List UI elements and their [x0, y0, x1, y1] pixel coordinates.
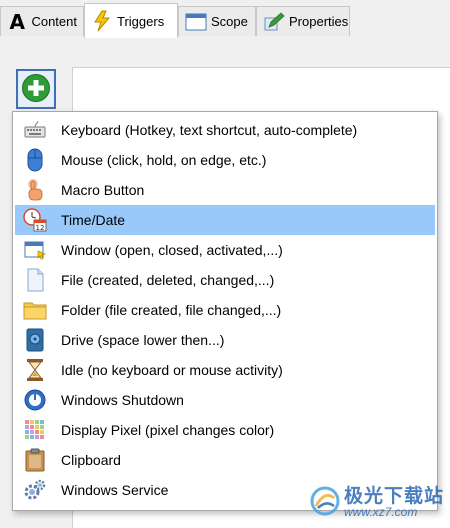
menu-item-label: Time/Date	[61, 212, 126, 228]
watermark-title: 极光下载站	[343, 486, 444, 507]
menu-item-label: Keyboard (Hotkey, text shortcut, auto-co…	[61, 122, 358, 138]
mouse-icon	[23, 148, 47, 172]
menu-item-keyboard[interactable]: Keyboard (Hotkey, text shortcut, auto-co…	[15, 115, 435, 145]
drive-icon	[23, 328, 47, 352]
file-icon	[23, 268, 47, 292]
menu-item-mouse[interactable]: Mouse (click, hold, on edge, etc.)	[15, 145, 435, 175]
window-icon	[23, 238, 47, 262]
trigger-type-menu: Keyboard (Hotkey, text shortcut, auto-co…	[12, 111, 438, 511]
tab-scope[interactable]: Scope	[178, 6, 256, 36]
tab-content[interactable]: A Content	[0, 6, 84, 36]
tab-label: Properties	[289, 14, 349, 29]
menu-item-label: Mouse (click, hold, on edge, etc.)	[61, 152, 267, 168]
gears-icon	[23, 478, 47, 502]
menu-item-idle[interactable]: Idle (no keyboard or mouse activity)	[15, 355, 435, 385]
watermark: 极光下载站 www.xz7.com	[310, 486, 444, 519]
menu-item-folder[interactable]: Folder (file created, file changed,...)	[15, 295, 435, 325]
menu-item-label: Clipboard	[61, 452, 121, 468]
menu-item-label: Windows Service	[61, 482, 169, 498]
menu-item-clipboard[interactable]: Clipboard	[15, 445, 435, 475]
calendar-day-text: 12	[36, 224, 45, 232]
menu-item-display-pixel[interactable]: Display Pixel (pixel changes color)	[15, 415, 435, 445]
menu-item-windows-shutdown[interactable]: Windows Shutdown	[15, 385, 435, 415]
tab-triggers[interactable]: Triggers	[84, 3, 178, 38]
add-trigger-button[interactable]	[16, 69, 56, 109]
pixel-grid-icon	[23, 418, 47, 442]
hand-pointer-icon	[23, 178, 47, 202]
tab-label: Scope	[211, 14, 248, 29]
hourglass-icon	[23, 358, 47, 382]
tab-label: Triggers	[117, 13, 165, 29]
edit-pencil-icon	[263, 11, 285, 33]
menu-item-label: Folder (file created, file changed,...)	[61, 302, 282, 318]
menu-item-label: Display Pixel (pixel changes color)	[61, 422, 275, 438]
menu-item-label: Drive (space lower then...)	[61, 332, 225, 348]
menu-item-window[interactable]: Window (open, closed, activated,...)	[15, 235, 435, 265]
power-icon	[23, 388, 47, 412]
aurora-logo-icon	[310, 486, 340, 519]
clock-calendar-icon: 12	[23, 208, 47, 232]
menu-item-file[interactable]: File (created, deleted, changed,...)	[15, 265, 435, 295]
menu-item-label: Idle (no keyboard or mouse activity)	[61, 362, 283, 378]
tab-label: Content	[31, 14, 77, 29]
window-icon	[185, 11, 207, 33]
tab-bar: A Content Triggers Scope Properties	[0, 0, 450, 38]
watermark-text: 极光下载站 www.xz7.com	[344, 487, 444, 518]
lightning-bolt-icon	[91, 10, 113, 32]
menu-item-label: Windows Shutdown	[61, 392, 184, 408]
menu-item-label: Macro Button	[61, 182, 145, 198]
watermark-url: www.xz7.com	[343, 505, 418, 519]
menu-item-label: Window (open, closed, activated,...)	[61, 242, 283, 258]
letter-a-icon: A	[7, 9, 27, 34]
clipboard-icon	[23, 448, 47, 472]
tab-properties[interactable]: Properties	[256, 6, 350, 36]
plus-circle-icon	[21, 73, 51, 106]
menu-item-time-date[interactable]: 12 Time/Date	[15, 205, 435, 235]
menu-item-drive[interactable]: Drive (space lower then...)	[15, 325, 435, 355]
folder-icon	[23, 298, 47, 322]
menu-item-macro-button[interactable]: Macro Button	[15, 175, 435, 205]
letter-a-glyph: A	[9, 9, 25, 34]
menu-item-label: File (created, deleted, changed,...)	[61, 272, 275, 288]
keyboard-icon	[23, 118, 47, 142]
